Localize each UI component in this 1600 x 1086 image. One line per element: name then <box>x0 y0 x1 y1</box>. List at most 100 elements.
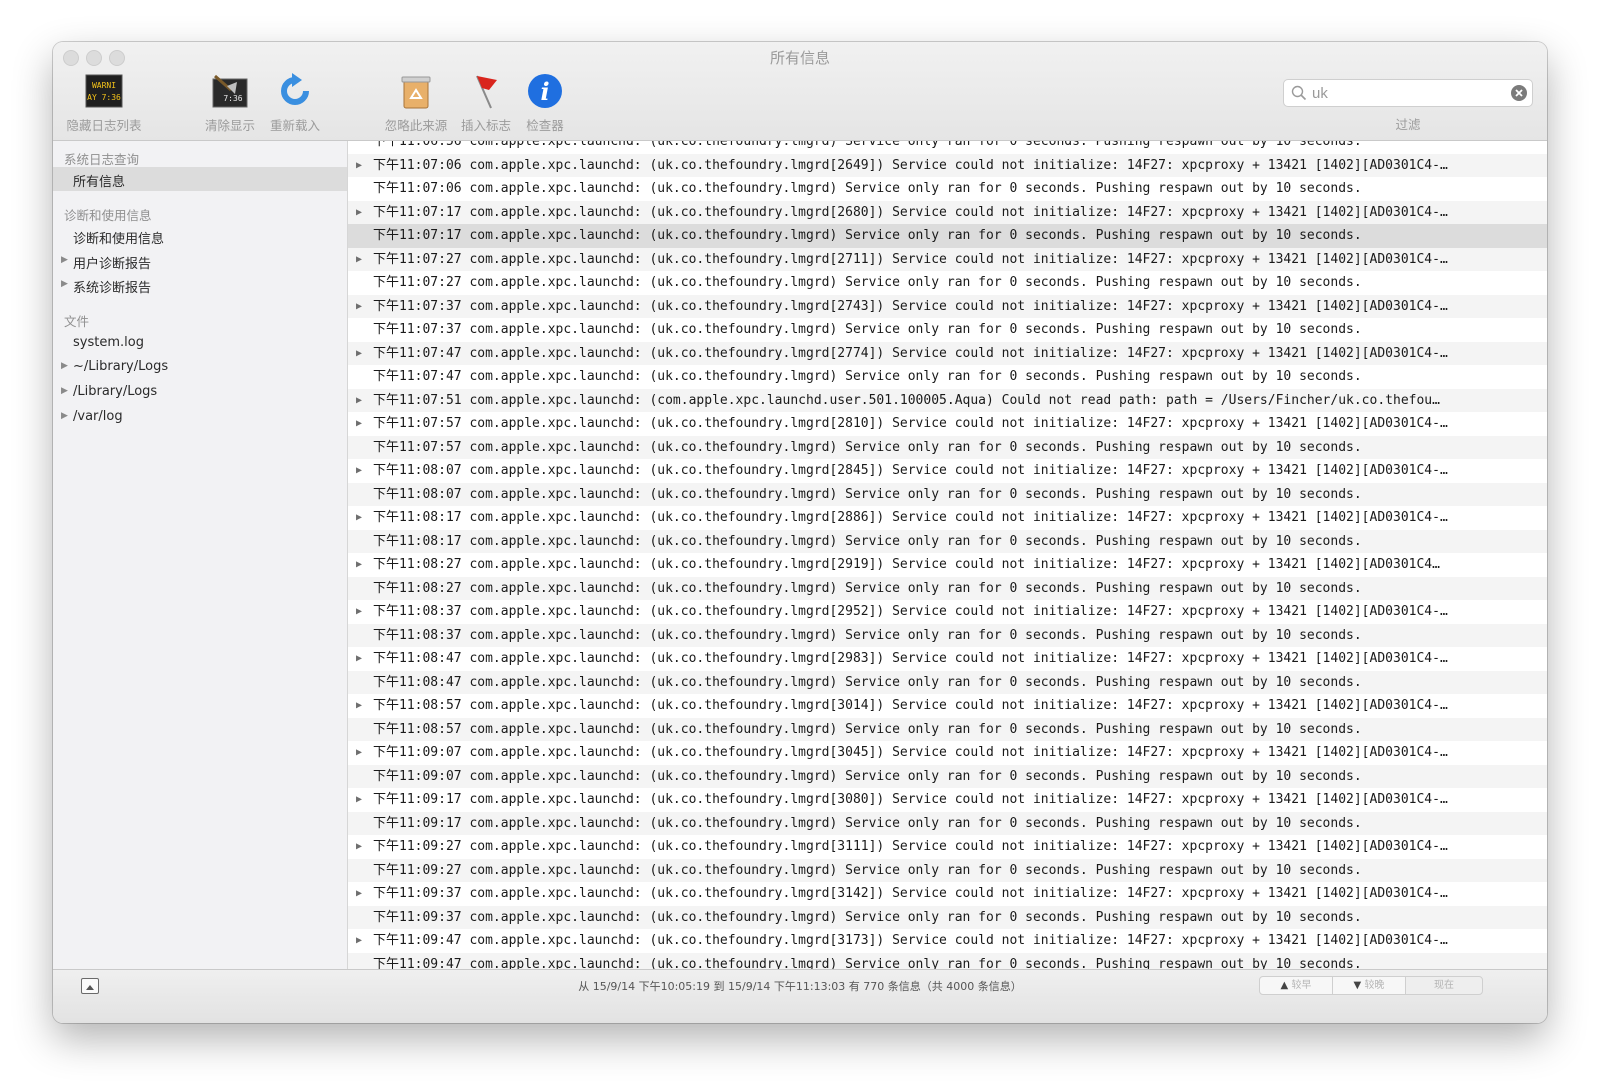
log-row[interactable]: ▶ 下午11:07:27 com.apple.xpc.launchd: (uk.c… <box>348 247 1547 272</box>
log-row[interactable]: ▶ 下午11:09:17 com.apple.xpc.launchd: (uk.c… <box>348 788 1547 812</box>
sidebar-item-all-messages-label: 所有信息 <box>73 175 126 190</box>
log-row[interactable]: ▶ 下午11:08:17 com.apple.xpc.launchd: (uk.c… <box>348 506 1547 530</box>
log-row[interactable]: 下午11:08:07 com.apple.xpc.launchd: (uk.co… <box>348 482 1547 506</box>
log-row[interactable]: 下午11:07:37 com.apple.xpc.launchd: (uk.co… <box>348 318 1547 342</box>
log-row[interactable]: 下午11:08:37 com.apple.xpc.launchd: (uk.co… <box>348 623 1547 647</box>
hide-log-list-button[interactable]: WARNI AY 7:36 隐藏日志列表 <box>61 72 147 134</box>
disclosure-triangle-icon[interactable]: ▶ <box>356 929 362 953</box>
log-row[interactable]: ▶ 下午11:09:07 com.apple.xpc.launchd: (uk.c… <box>348 741 1547 765</box>
filter-label: 过滤 <box>1395 117 1421 132</box>
log-row-text: 下午11:09:17 com.apple.xpc.launchd: (uk.co… <box>373 815 1362 831</box>
disclosure-triangle-icon[interactable]: ▶ <box>356 600 362 624</box>
log-row-text: 下午11:09:27 com.apple.xpc.launchd: (uk.co… <box>373 862 1362 878</box>
up-triangle-icon: ▲ <box>1280 980 1289 991</box>
section-system-log-queries: 系统日志查询 <box>64 152 140 167</box>
disclosure-triangle-icon[interactable]: ▶ <box>356 342 362 366</box>
log-row[interactable]: ▶ 下午11:07:06 com.apple.xpc.launchd: (uk.c… <box>348 153 1547 178</box>
disclosure-triangle-icon[interactable]: ▶ <box>356 788 362 812</box>
disclosure-triangle-icon[interactable]: ▶ <box>356 389 362 413</box>
log-row[interactable]: 下午11:06:56 com.apple.xpc.launchd: (uk.co… <box>348 141 1547 154</box>
log-row[interactable]: 下午11:08:27 com.apple.xpc.launchd: (uk.co… <box>348 576 1547 600</box>
clear-search-icon[interactable] <box>1510 84 1528 102</box>
disclosure-triangle-icon[interactable]: ▶ <box>356 647 362 671</box>
sidebar-item-user-library-logs[interactable]: ~/Library/Logs <box>73 359 168 374</box>
log-row[interactable]: 下午11:08:57 com.apple.xpc.launchd: (uk.co… <box>348 717 1547 741</box>
disclosure-triangle-icon[interactable]: ▶ <box>356 882 362 906</box>
ignore-sender-button[interactable]: 忽略此来源 <box>381 72 451 134</box>
log-row[interactable]: ▶ 下午11:07:57 com.apple.xpc.launchd: (uk.c… <box>348 412 1547 436</box>
log-row[interactable]: ▶ 下午11:08:57 com.apple.xpc.launchd: (uk.c… <box>348 694 1547 718</box>
disclosure-triangle-icon[interactable]: ▶ <box>61 386 68 396</box>
insert-marker-button[interactable]: 插入标志 <box>455 72 517 134</box>
svg-text:i: i <box>540 77 549 106</box>
status-bar: 从 15/9/14 下午10:05:19 到 15/9/14 下午11:13:0… <box>53 969 1547 1023</box>
disclosure-triangle-icon[interactable]: ▶ <box>356 459 362 483</box>
disclosure-triangle-icon[interactable]: ▶ <box>61 255 68 265</box>
disclosure-triangle-icon[interactable]: ▶ <box>356 553 362 577</box>
log-message-list[interactable]: 下午11:06:56 com.apple.xpc.launchd: (uk.co… <box>348 141 1547 969</box>
log-row[interactable]: 下午11:07:57 com.apple.xpc.launchd: (uk.co… <box>348 435 1547 459</box>
disclosure-triangle-icon[interactable]: ▶ <box>356 154 362 178</box>
disclosure-triangle-icon[interactable]: ▶ <box>61 361 68 371</box>
log-row[interactable]: 下午11:07:17 com.apple.xpc.launchd: (uk.co… <box>348 224 1547 248</box>
disclosure-triangle-icon[interactable]: ▶ <box>356 295 362 319</box>
log-row-text: 下午11:06:56 com.apple.xpc.launchd: (uk.co… <box>373 141 1362 149</box>
log-row[interactable]: 下午11:09:07 com.apple.xpc.launchd: (uk.co… <box>348 764 1547 788</box>
log-row[interactable]: 下午11:07:27 com.apple.xpc.launchd: (uk.co… <box>348 271 1547 295</box>
log-row[interactable]: ▶ 下午11:08:47 com.apple.xpc.launchd: (uk.c… <box>348 647 1547 671</box>
inspector-button[interactable]: i 检查器 <box>517 72 573 134</box>
window-title: 所有信息 <box>769 49 830 67</box>
log-row[interactable]: ▶ 下午11:07:51 com.apple.xpc.launchd: (com.… <box>348 388 1547 413</box>
log-row[interactable]: ▶ 下午11:08:37 com.apple.xpc.launchd: (uk.c… <box>348 600 1547 624</box>
disclosure-triangle-icon[interactable]: ▶ <box>356 201 362 225</box>
hide-log-list-label: 隐藏日志列表 <box>66 118 142 133</box>
reload-button[interactable]: 重新载入 <box>265 72 325 134</box>
sidebar-item-system-reports[interactable]: 系统诊断报告 <box>73 277 151 296</box>
log-row[interactable]: 下午11:07:47 com.apple.xpc.launchd: (uk.co… <box>348 365 1547 389</box>
log-row[interactable]: ▶ 下午11:07:17 com.apple.xpc.launchd: (uk.c… <box>348 200 1547 225</box>
disclosure-triangle-icon[interactable]: ▶ <box>356 506 362 530</box>
disclosure-triangle-icon[interactable]: ▶ <box>61 411 68 421</box>
log-row[interactable]: 下午11:07:06 com.apple.xpc.launchd: (uk.co… <box>348 177 1547 201</box>
disclosure-triangle-icon[interactable]: ▶ <box>356 694 362 718</box>
log-row[interactable]: ▶ 下午11:07:37 com.apple.xpc.launchd: (uk.c… <box>348 294 1547 319</box>
filter-search-input[interactable] <box>1310 82 1504 104</box>
warning-icon-line-1: WARNI <box>92 81 116 90</box>
log-row-text: 下午11:08:37 com.apple.xpc.launchd: (uk.co… <box>373 627 1362 643</box>
later-button[interactable]: ▼ 较晚 <box>1332 976 1406 995</box>
insert-marker-label: 插入标志 <box>460 118 511 133</box>
log-row-text: 下午11:08:57 com.apple.xpc.launchd: (uk.co… <box>373 721 1362 737</box>
log-row[interactable]: ▶ 下午11:09:37 com.apple.xpc.launchd: (uk.c… <box>348 882 1547 906</box>
sidebar-item-all-messages[interactable]: 所有信息 <box>53 167 347 191</box>
log-row[interactable]: ▶ 下午11:08:27 com.apple.xpc.launchd: (uk.c… <box>348 553 1547 577</box>
log-row[interactable]: ▶ 下午11:09:27 com.apple.xpc.launchd: (uk.c… <box>348 835 1547 859</box>
earlier-button[interactable]: ▲ 较早 <box>1259 976 1333 995</box>
filter-search-field[interactable] <box>1283 79 1533 107</box>
log-row-text: 下午11:09:07 com.apple.xpc.launchd: (uk.co… <box>373 745 1448 760</box>
log-row[interactable]: ▶ 下午11:07:47 com.apple.xpc.launchd: (uk.c… <box>348 341 1547 366</box>
sidebar-item-library-logs[interactable]: /Library/Logs <box>73 384 157 399</box>
disclosure-triangle-icon[interactable]: ▶ <box>356 412 362 436</box>
log-row[interactable]: ▶ 下午11:08:07 com.apple.xpc.launchd: (uk.c… <box>348 459 1547 483</box>
log-row[interactable]: 下午11:08:47 com.apple.xpc.launchd: (uk.co… <box>348 670 1547 694</box>
sidebar-item-user-reports[interactable]: 用户诊断报告 <box>73 253 151 272</box>
warning-icon-line-2: AY 7:36 <box>87 93 121 102</box>
sidebar-item-system-log[interactable]: system.log <box>73 335 144 350</box>
log-row-text: 下午11:08:47 com.apple.xpc.launchd: (uk.co… <box>373 651 1448 666</box>
now-button[interactable]: 现在 <box>1405 976 1483 995</box>
sidebar-item-diag-usage[interactable]: 诊断和使用信息 <box>73 228 164 247</box>
clear-display-button[interactable]: 7:36 清除显示 <box>200 72 260 134</box>
disclosure-triangle-icon[interactable]: ▶ <box>356 248 362 272</box>
log-row-text: 下午11:09:17 com.apple.xpc.launchd: (uk.co… <box>373 792 1448 807</box>
log-row[interactable]: 下午11:08:17 com.apple.xpc.launchd: (uk.co… <box>348 529 1547 553</box>
disclosure-triangle-icon[interactable]: ▶ <box>61 279 68 289</box>
disclosure-triangle-icon[interactable]: ▶ <box>356 835 362 859</box>
log-row[interactable]: 下午11:09:17 com.apple.xpc.launchd: (uk.co… <box>348 811 1547 835</box>
inspector-label: 检查器 <box>526 118 564 133</box>
log-row[interactable]: 下午11:09:27 com.apple.xpc.launchd: (uk.co… <box>348 858 1547 882</box>
log-row[interactable]: ▶ 下午11:09:47 com.apple.xpc.launchd: (uk.c… <box>348 929 1547 953</box>
sidebar-item-var-log[interactable]: /var/log <box>73 409 123 424</box>
log-row[interactable]: 下午11:09:37 com.apple.xpc.launchd: (uk.co… <box>348 905 1547 929</box>
log-row[interactable]: 下午11:09:47 com.apple.xpc.launchd: (uk.co… <box>348 952 1547 969</box>
disclosure-triangle-icon[interactable]: ▶ <box>356 741 362 765</box>
